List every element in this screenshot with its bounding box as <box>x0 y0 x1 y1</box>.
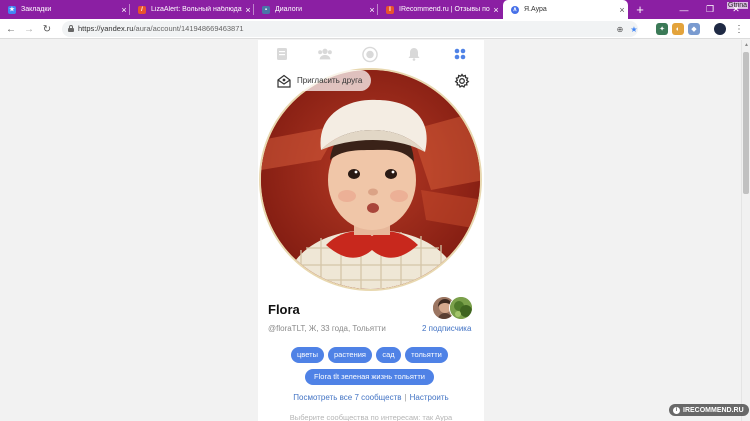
tab-title: Диалоги <box>275 6 303 13</box>
irecommend-icon: I <box>386 5 394 14</box>
address-bar[interactable]: https://yandex.ru/aura/account/141948669… <box>62 21 638 37</box>
aura-icon: ∧ <box>511 5 519 14</box>
configure-link[interactable]: Настроить <box>410 393 449 402</box>
envelope-icon <box>277 74 291 88</box>
profile-name-label: Gtrina <box>727 2 749 9</box>
url-text[interactable]: https://yandex.ru/aura/account/141948669… <box>78 21 244 37</box>
browser-toolbar: ← → ↻ https://yandex.ru/aura/account/141… <box>0 19 750 39</box>
subscribers-link[interactable]: 2 подписчика <box>422 324 471 333</box>
irecommend-logo-icon: i <box>673 406 680 414</box>
community-tag[interactable]: тольятти <box>405 347 448 363</box>
feed-icon[interactable] <box>274 46 290 62</box>
community-tag[interactable]: цветы <box>291 347 324 363</box>
see-all-communities-link[interactable]: Посмотреть все 7 сообществ <box>293 393 401 402</box>
menu-icon[interactable]: ⋮ <box>732 21 746 37</box>
new-tab-button[interactable]: + <box>630 0 650 19</box>
tab-strip: ★ Закладки × / LizaAlert: Вольный наблюд… <box>0 0 750 19</box>
close-icon[interactable]: × <box>490 5 502 15</box>
tab-title: Я.Аура <box>524 6 547 13</box>
chat-icon: ▪ <box>262 5 270 14</box>
community-tag[interactable]: растения <box>328 347 372 363</box>
gear-icon[interactable] <box>454 73 470 89</box>
tab-title: Закладки <box>21 6 52 13</box>
close-icon[interactable]: × <box>118 5 130 15</box>
watermark-text: IRECOMMEND.RU <box>683 406 744 414</box>
communities-icon[interactable] <box>317 46 333 62</box>
minimize-button[interactable]: — <box>671 0 697 19</box>
profile-photo[interactable] <box>259 68 482 291</box>
profile-name: Flora <box>268 302 300 317</box>
bell-icon[interactable] <box>406 46 422 62</box>
maximize-button[interactable]: ❐ <box>697 0 723 19</box>
extension-icon[interactable]: ◆ <box>688 23 700 35</box>
profile-meta: @floraTLT, Ж, 33 года, Тольятти <box>268 324 386 333</box>
location-icon[interactable]: ⊕ <box>614 23 626 35</box>
bookmark-star-icon[interactable]: ★ <box>628 23 640 35</box>
extension-icon[interactable]: ◐ <box>672 23 684 35</box>
extension-icon[interactable]: ✦ <box>656 23 668 35</box>
hint-text: Выберите сообщества по интересам: так Ау… <box>289 413 453 421</box>
invite-friend-button[interactable]: Пригласить друга <box>270 70 371 91</box>
communities-links: Посмотреть все 7 сообществ | Настроить <box>258 393 484 402</box>
apps-grid-icon[interactable] <box>452 46 468 62</box>
lock-icon <box>68 25 74 32</box>
community-tag[interactable]: Flora tlt зеленая жизнь тольятти <box>305 369 434 385</box>
forward-button[interactable]: → <box>22 21 36 37</box>
lizaalert-icon: / <box>138 5 146 14</box>
community-tag[interactable]: сад <box>376 347 401 363</box>
tab-irecommend[interactable]: I IRecommend.ru | Отзывы пос × <box>378 0 502 19</box>
links-separator: | <box>404 393 407 402</box>
tab-lizaalert[interactable]: / LizaAlert: Вольный наблюдатель × <box>130 0 254 19</box>
reload-button[interactable]: ↻ <box>40 21 54 37</box>
irecommend-watermark: i IRECOMMEND.RU <box>669 404 749 416</box>
tab-aura[interactable]: ∧ Я.Аура × <box>503 0 628 19</box>
tab-dialogs[interactable]: ▪ Диалоги × <box>254 0 378 19</box>
subscriber-avatar[interactable] <box>449 296 473 320</box>
scroll-up-icon[interactable]: ▲ <box>744 42 749 48</box>
tab-bookmarks[interactable]: ★ Закладки × <box>0 0 130 19</box>
close-icon[interactable]: × <box>242 5 254 15</box>
tab-title: IRecommend.ru | Отзывы пос <box>399 6 490 13</box>
page-scrollbar[interactable]: ▲ <box>741 40 750 421</box>
star-icon: ★ <box>8 5 16 14</box>
invite-friend-label: Пригласить друга <box>297 76 363 85</box>
tab-title: LizaAlert: Вольный наблюдатель <box>151 6 242 13</box>
scrollbar-thumb[interactable] <box>743 52 749 194</box>
close-icon[interactable]: × <box>366 5 378 15</box>
page-viewport: Пригласить друга Flora @floraTLT, Ж, 33 … <box>0 40 741 421</box>
close-icon[interactable]: × <box>616 5 628 15</box>
create-post-icon[interactable] <box>362 46 378 62</box>
profile-avatar-icon[interactable] <box>714 23 726 35</box>
back-button[interactable]: ← <box>4 21 18 37</box>
